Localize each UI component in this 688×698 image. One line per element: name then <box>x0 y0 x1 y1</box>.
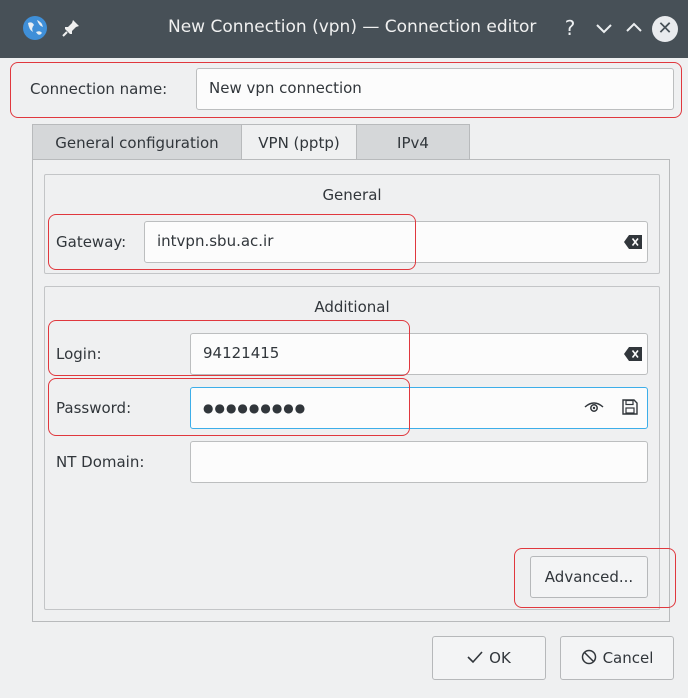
login-value: 94121415 <box>203 344 280 362</box>
additional-group-title: Additional <box>314 298 390 316</box>
ok-label: OK <box>489 649 511 667</box>
tab-general-configuration[interactable]: General configuration <box>32 124 242 160</box>
title-bar: New Connection (vpn) — Connection editor… <box>0 0 688 58</box>
save-password-icon[interactable] <box>622 399 638 415</box>
general-group-title: General <box>322 186 382 204</box>
gateway-input[interactable]: intvpn.sbu.ac.ir <box>144 221 648 263</box>
gateway-value: intvpn.sbu.ac.ir <box>157 232 274 250</box>
cancel-button[interactable]: Cancel <box>560 636 674 680</box>
clear-gateway-icon[interactable] <box>624 235 642 249</box>
help-button[interactable]: ? <box>556 14 584 42</box>
maximize-button[interactable] <box>620 14 648 42</box>
tab-ipv4[interactable]: IPv4 <box>356 124 470 160</box>
password-label: Password: <box>56 399 132 417</box>
window-title: New Connection (vpn) — Connection editor <box>168 17 537 37</box>
cancel-label: Cancel <box>602 649 654 667</box>
connection-name-input[interactable]: New vpn connection <box>196 68 674 110</box>
chevron-down-icon <box>596 24 612 34</box>
gateway-label: Gateway: <box>56 233 127 251</box>
chevron-up-icon <box>626 22 642 32</box>
connection-name-label: Connection name: <box>30 80 168 98</box>
connection-name-value: New vpn connection <box>209 79 362 97</box>
advanced-button[interactable]: Advanced... <box>530 556 648 598</box>
ok-button[interactable]: OK <box>432 636 546 680</box>
globe-icon[interactable] <box>22 15 48 41</box>
nt-domain-label: NT Domain: <box>56 453 145 471</box>
password-value: ●●●●●●●●● <box>203 401 307 415</box>
pin-icon[interactable] <box>58 15 84 41</box>
tab-vpn-pptp[interactable]: VPN (pptp) <box>241 124 357 161</box>
login-label: Login: <box>56 345 102 363</box>
minimize-button[interactable] <box>590 14 618 42</box>
password-input[interactable]: ●●●●●●●●● <box>190 387 648 429</box>
checkmark-icon <box>467 651 483 664</box>
clear-login-icon[interactable] <box>624 347 642 361</box>
nt-domain-input[interactable] <box>190 441 648 483</box>
close-button[interactable]: ✕ <box>652 16 678 42</box>
cancel-icon <box>581 649 596 665</box>
show-password-icon[interactable] <box>584 400 604 414</box>
login-input[interactable]: 94121415 <box>190 333 648 375</box>
